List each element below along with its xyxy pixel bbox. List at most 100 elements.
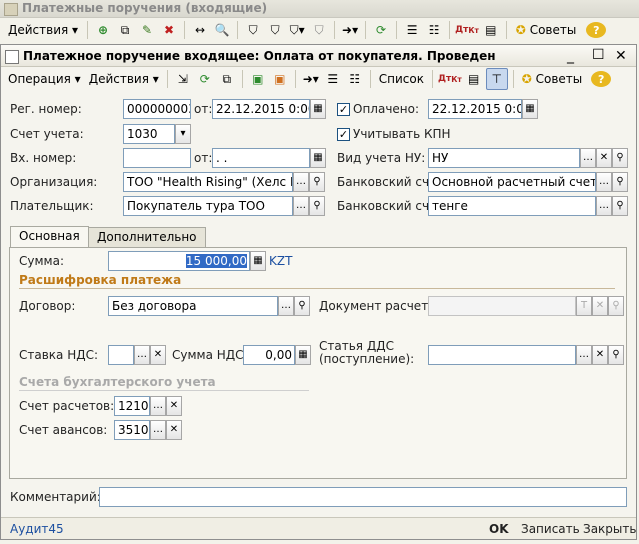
close-button[interactable]: Закрыть bbox=[583, 519, 636, 539]
post-icon[interactable]: ▣ bbox=[248, 69, 268, 89]
select-button[interactable]: … bbox=[596, 196, 612, 216]
dt-kt-icon[interactable]: Дт Кт bbox=[438, 69, 462, 89]
vat-rate-field[interactable] bbox=[108, 345, 134, 365]
open-icon[interactable]: ⚲ bbox=[294, 296, 310, 316]
kpn-checkbox[interactable]: ✓ bbox=[337, 128, 350, 141]
help-icon[interactable]: ? bbox=[586, 22, 607, 38]
subordinate-icon[interactable]: ☷ bbox=[345, 69, 365, 89]
open-icon[interactable]: ⚲ bbox=[612, 196, 628, 216]
payer-bank-field[interactable]: тенге bbox=[428, 196, 596, 216]
in-number-field[interactable] bbox=[123, 148, 191, 168]
based-on-icon[interactable]: ➜▾ bbox=[340, 20, 360, 40]
structure-icon[interactable]: ☷ bbox=[424, 20, 444, 40]
minimize-button[interactable]: _ bbox=[567, 45, 574, 67]
select-button[interactable]: … bbox=[150, 420, 166, 440]
calendar-icon[interactable]: ▦ bbox=[522, 99, 538, 119]
sum-field[interactable]: 15 000,00 bbox=[108, 251, 250, 271]
interval-icon[interactable]: ↔ bbox=[190, 20, 210, 40]
help-icon[interactable]: ? bbox=[591, 71, 612, 87]
paid-checkbox[interactable]: ✓ bbox=[337, 103, 350, 116]
clear-filter-icon[interactable]: ⛉ bbox=[309, 20, 329, 40]
advance-account-field[interactable]: 3510 bbox=[114, 420, 150, 440]
account-field[interactable]: 1030 bbox=[123, 124, 175, 144]
bg-actions-menu[interactable]: Действия ▾ bbox=[4, 20, 82, 40]
tips-button[interactable]: ✪ Советы bbox=[519, 69, 586, 89]
select-button[interactable]: … bbox=[150, 396, 166, 416]
select-button[interactable]: … bbox=[134, 345, 150, 365]
reg-date-field[interactable]: 22.12.2015 0:00:0 bbox=[212, 99, 310, 119]
clear-icon[interactable]: ✕ bbox=[150, 345, 166, 365]
select-button[interactable]: … bbox=[576, 345, 592, 365]
chevron-down-icon[interactable]: ▾ bbox=[175, 124, 191, 144]
add-icon[interactable]: ⊕ bbox=[93, 20, 113, 40]
maximize-button[interactable]: ☐ bbox=[592, 44, 605, 66]
dds-field[interactable] bbox=[428, 345, 576, 365]
calculator-icon[interactable]: ▦ bbox=[295, 345, 311, 365]
delete-icon[interactable]: ✖ bbox=[159, 20, 179, 40]
calculator-icon[interactable]: ▦ bbox=[250, 251, 266, 271]
tab-main[interactable]: Основная bbox=[10, 226, 89, 247]
filter-list-icon[interactable]: ⛉▾ bbox=[287, 20, 307, 40]
bg-tips-button[interactable]: ✪ Советы bbox=[512, 20, 581, 40]
tab-additional[interactable]: Дополнительно bbox=[88, 227, 206, 247]
ok-button[interactable]: OK bbox=[489, 519, 509, 539]
document-icon bbox=[5, 50, 19, 64]
user-link[interactable]: Аудит45 bbox=[10, 519, 64, 539]
list-button[interactable]: Список bbox=[376, 69, 427, 89]
nu-field[interactable]: НУ bbox=[428, 148, 580, 168]
report-icon[interactable]: ▤ bbox=[464, 69, 484, 89]
select-button[interactable]: … bbox=[293, 196, 309, 216]
open-icon[interactable]: ⚲ bbox=[612, 172, 628, 192]
unpost-icon[interactable]: ▣ bbox=[270, 69, 290, 89]
clear-icon[interactable]: ✕ bbox=[596, 148, 612, 168]
kpn-label: Учитывать КПН bbox=[353, 127, 451, 141]
open-icon[interactable]: ⚲ bbox=[309, 196, 325, 216]
select-button[interactable]: … bbox=[596, 172, 612, 192]
in-date-field[interactable]: . . bbox=[212, 148, 310, 168]
open-icon[interactable]: ⚲ bbox=[608, 296, 624, 316]
save-button[interactable]: Записать bbox=[521, 519, 580, 539]
structure-icon[interactable]: ☰ bbox=[323, 69, 343, 89]
report-icon[interactable]: ▤ bbox=[481, 20, 501, 40]
actions-menu[interactable]: Действия ▾ bbox=[86, 69, 162, 89]
columns-icon[interactable]: ☰ bbox=[402, 20, 422, 40]
payer-field[interactable]: Покупатель тура ТОО bbox=[123, 196, 293, 216]
edit-icon[interactable]: ✎ bbox=[137, 20, 157, 40]
open-icon[interactable]: ⚲ bbox=[309, 172, 325, 192]
filter-value-icon[interactable]: ⛉ bbox=[265, 20, 285, 40]
vat-sum-field[interactable]: 0,00 bbox=[243, 345, 295, 365]
select-button[interactable]: … bbox=[580, 148, 596, 168]
clear-icon[interactable]: ✕ bbox=[592, 345, 608, 365]
operation-menu[interactable]: Операция ▾ bbox=[5, 69, 84, 89]
comment-field[interactable] bbox=[99, 487, 627, 507]
contract-field[interactable]: Без договора bbox=[108, 296, 278, 316]
clear-icon[interactable]: ✕ bbox=[166, 420, 182, 440]
doc-settle-field[interactable] bbox=[428, 296, 576, 316]
filter-icon[interactable]: ⛉ bbox=[243, 20, 263, 40]
type-icon[interactable]: T bbox=[576, 296, 592, 316]
copy-doc-icon[interactable]: ⧉ bbox=[217, 69, 237, 89]
calendar-icon[interactable]: ▦ bbox=[310, 148, 326, 168]
calendar-icon[interactable]: ▦ bbox=[310, 99, 326, 119]
open-icon[interactable]: ⚲ bbox=[608, 345, 624, 365]
currency-link[interactable]: KZT bbox=[269, 251, 292, 271]
bank-account-field[interactable]: Основной расчетный счет bbox=[428, 172, 596, 192]
org-field[interactable]: ТОО "Health Rising" (Хелс Райсинг) bbox=[123, 172, 293, 192]
clear-icon[interactable]: ✕ bbox=[592, 296, 608, 316]
find-icon[interactable]: 🔍 bbox=[212, 20, 232, 40]
reg-number-field[interactable]: 00000000369 bbox=[123, 99, 191, 119]
refresh-icon[interactable]: ⟳ bbox=[371, 20, 391, 40]
save-icon[interactable]: ⟳ bbox=[195, 69, 215, 89]
select-button[interactable]: … bbox=[293, 172, 309, 192]
post-and-close-icon[interactable]: ⇲ bbox=[173, 69, 193, 89]
tree-icon[interactable]: ⊤ bbox=[485, 68, 508, 90]
copy-icon[interactable]: ⧉ bbox=[115, 20, 135, 40]
settle-account-field[interactable]: 1210 bbox=[114, 396, 150, 416]
clear-icon[interactable]: ✕ bbox=[166, 396, 182, 416]
select-button[interactable]: … bbox=[278, 296, 294, 316]
paid-date-field[interactable]: 22.12.2015 0:00:0 bbox=[428, 99, 522, 119]
close-window-button[interactable]: ✕ bbox=[615, 45, 627, 67]
dt-kt-icon[interactable]: Дт Кт bbox=[455, 20, 479, 40]
open-icon[interactable]: ⚲ bbox=[612, 148, 628, 168]
based-on-icon[interactable]: ➜▾ bbox=[301, 69, 321, 89]
